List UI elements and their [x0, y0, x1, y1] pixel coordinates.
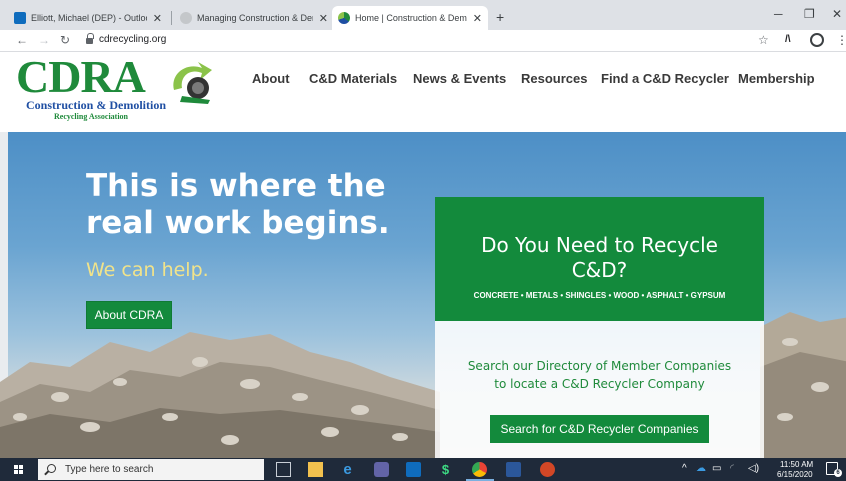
profile-avatar-icon[interactable]: [810, 33, 824, 47]
restore-icon[interactable]: ❐: [804, 7, 815, 21]
tray-chevron-icon[interactable]: ^: [682, 463, 687, 474]
forward-arrow-icon[interactable]: →: [38, 33, 50, 47]
onedrive-icon[interactable]: ☁: [696, 463, 706, 474]
hero-banner: This is where the real work begins. We c…: [0, 132, 846, 458]
powerpoint-icon[interactable]: [540, 462, 555, 477]
tab-title: Elliott, Michael (DEP) - Outlook W: [31, 13, 147, 23]
search-recycler-button[interactable]: Search for C&D Recycler Companies: [490, 415, 709, 443]
tab-title: Managing Construction & Demoli: [197, 13, 313, 23]
nav-membership[interactable]: Membership: [738, 71, 815, 86]
volume-icon[interactable]: ◁): [748, 463, 759, 474]
file-explorer-icon[interactable]: [308, 462, 323, 477]
edge-icon[interactable]: e: [340, 462, 355, 477]
hero-headline: This is where the real work begins.: [86, 168, 390, 242]
nav-news-events[interactable]: News & Events: [413, 71, 506, 86]
window-close-icon[interactable]: ✕: [832, 7, 842, 21]
nav-resources[interactable]: Resources: [521, 71, 587, 86]
directory-description: Search our Directory of Member Companies…: [435, 357, 764, 393]
new-tab-button[interactable]: +: [496, 9, 504, 25]
close-icon[interactable]: ✕: [319, 12, 328, 25]
nav-find-recycler[interactable]: Find a C&D Recycler: [601, 71, 729, 86]
taskbar-search-placeholder: Type here to search: [65, 464, 154, 475]
about-cdra-button[interactable]: About CDRA: [86, 301, 172, 329]
wifi-icon[interactable]: ◜: [730, 463, 734, 474]
cdra-logo[interactable]: CDRA Construction & Demolition Recycling…: [16, 52, 216, 121]
directory-description-line: Search our Directory of Member Companies: [467, 359, 732, 373]
outlook-taskbar-icon[interactable]: [406, 462, 421, 477]
close-icon[interactable]: ✕: [473, 12, 482, 25]
app-s-icon[interactable]: $: [438, 462, 453, 477]
taskbar-search[interactable]: Type here to search: [38, 459, 264, 480]
recycle-card-title-line: Do You Need to Recycle: [481, 233, 718, 257]
rubble-pile-image: [0, 332, 440, 458]
hero-subheadline: We can help.: [86, 259, 209, 281]
search-icon: [47, 464, 56, 473]
task-view-icon[interactable]: [276, 462, 291, 477]
recycle-card-body: Search our Directory of Member Companies…: [435, 321, 764, 458]
back-arrow-icon[interactable]: ←: [16, 33, 28, 47]
network-icon[interactable]: ▭: [712, 463, 721, 474]
globe-icon: [180, 12, 192, 24]
reload-icon[interactable]: ↻: [60, 33, 70, 47]
notification-badge: 6: [834, 469, 842, 477]
logo-subtagline: Recycling Association: [54, 112, 128, 121]
tab-title: Home | Construction & Demolitio: [355, 13, 467, 23]
teams-icon[interactable]: [374, 462, 389, 477]
tab-managing-construction[interactable]: Managing Construction & Demoli ✕: [174, 6, 334, 30]
tab-divider: [171, 11, 172, 25]
outlook-icon: [14, 12, 26, 24]
recycle-card-title: Do You Need to Recycle C&D?: [435, 233, 764, 283]
lock-icon[interactable]: [86, 33, 94, 44]
rubble-pile-image: [760, 312, 846, 458]
recycle-arrow-icon: [173, 62, 212, 104]
minimize-icon[interactable]: ─: [774, 7, 783, 21]
address-bar[interactable]: cdrecycling.org: [99, 34, 166, 45]
close-icon[interactable]: ✕: [153, 12, 162, 25]
windows-taskbar: Type here to search e $ ^ ☁ ▭ ◜ ◁) 11:50…: [0, 458, 846, 481]
site-header: CDRA Construction & Demolition Recycling…: [0, 52, 846, 132]
hero-headline-line: real work begins.: [86, 205, 390, 241]
nav-cd-materials[interactable]: C&D Materials: [309, 71, 397, 86]
tab-outlook[interactable]: Elliott, Michael (DEP) - Outlook W ✕: [8, 6, 168, 30]
browser-tab-bar: Elliott, Michael (DEP) - Outlook W ✕ Man…: [0, 0, 846, 30]
recycle-card-title-line: C&D?: [571, 258, 628, 282]
nav-about[interactable]: About: [252, 71, 290, 86]
menu-kebab-icon[interactable]: ⋮: [836, 33, 846, 47]
word-icon[interactable]: [506, 462, 521, 477]
clock-time[interactable]: 11:50 AM: [780, 460, 813, 469]
cdra-favicon-icon: [338, 12, 350, 24]
extension-icon[interactable]: /\: [785, 34, 791, 45]
recycle-card-header: Do You Need to Recycle C&D? CONCRETE • M…: [435, 197, 764, 321]
materials-list: CONCRETE • METALS • SHINGLES • WOOD • AS…: [473, 291, 726, 300]
chrome-icon[interactable]: [472, 462, 487, 477]
directory-description-line: to locate a C&D Recycler Company: [494, 377, 705, 391]
logo-wordmark: CDRA: [16, 51, 146, 102]
tab-cdra-home[interactable]: Home | Construction & Demolitio ✕: [332, 6, 488, 30]
bookmark-star-icon[interactable]: ☆: [758, 33, 769, 47]
browser-toolbar: ← → ↻ cdrecycling.org ☆ /\ ⋮: [0, 30, 846, 52]
hero-headline-line: This is where the: [86, 168, 386, 204]
clock-date[interactable]: 6/15/2020: [777, 470, 813, 479]
logo-tagline: Construction & Demolition: [26, 98, 166, 112]
windows-start-icon[interactable]: [14, 465, 24, 475]
